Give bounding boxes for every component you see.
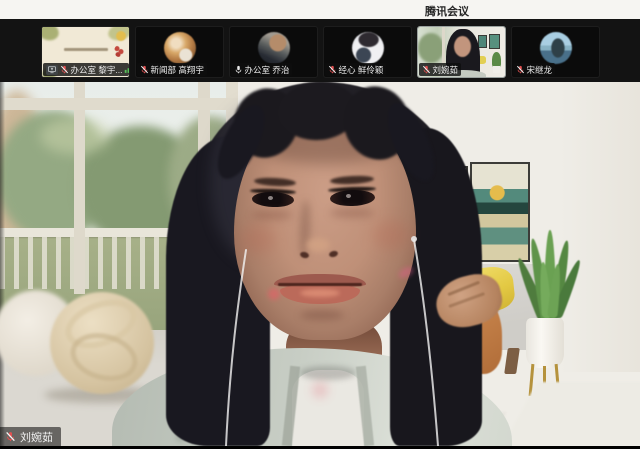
mini-trees	[418, 33, 444, 63]
muted-mic-icon	[5, 431, 16, 442]
muted-mic-icon	[516, 65, 525, 74]
muted-mic-icon	[422, 65, 431, 74]
participant-name: 宋继龙	[527, 64, 553, 76]
meeting-window: 腾讯会议 办公室 黎宇...	[0, 0, 640, 449]
undereye-shadow	[252, 210, 292, 220]
mouth-line	[278, 283, 362, 286]
avatar	[258, 32, 290, 64]
main-speaker-name: 刘婉茹	[20, 429, 53, 445]
slide-leaf-top-left	[41, 26, 61, 43]
window-title: 腾讯会议	[425, 3, 469, 19]
participant-name-bar: 宋继龙	[513, 63, 556, 76]
participant-tile-qiaozhi[interactable]: 办公室 乔治	[229, 26, 318, 78]
muted-mic-icon	[140, 65, 149, 74]
slide-fruit	[116, 31, 126, 41]
mini-plant-pot	[493, 66, 500, 73]
avatar	[540, 32, 572, 64]
participant-name-bar: 办公室 黎宇...	[43, 63, 129, 76]
participant-name-bar: 经心 鲜伶颖	[325, 63, 387, 76]
eye-glint	[268, 196, 273, 200]
network-signal-icon	[124, 65, 128, 74]
avatar	[164, 32, 196, 64]
mini-face	[454, 36, 471, 57]
mini-window-frame	[442, 27, 445, 63]
cheek-blush	[372, 220, 410, 250]
participant-tile-xianlingying[interactable]: 经心 鲜伶颖	[323, 26, 412, 78]
speaker-bangs	[226, 82, 426, 178]
participant-name: 刘婉茹	[433, 64, 459, 76]
undereye-shadow	[330, 208, 374, 218]
participant-tile-gaoxiangyu[interactable]: 新闻部 高翔宇	[135, 26, 224, 78]
participant-name-bar: 办公室 乔治	[231, 63, 293, 76]
main-speaker-name-bar: 刘婉茹	[0, 427, 61, 446]
live-mic-icon	[234, 65, 243, 74]
main-video-canvas[interactable]: 刘婉茹	[0, 82, 640, 446]
participant-filmstrip: 办公室 黎宇... 新闻部 高翔宇 办公室 乔治 经心 鲜	[0, 19, 640, 82]
participant-tile-liuwanru[interactable]: 刘婉茹	[417, 26, 506, 78]
chin-shadow	[300, 310, 344, 320]
nose-tip-highlight	[306, 238, 330, 252]
eye-glint	[346, 194, 351, 198]
screen-share-icon	[46, 65, 58, 75]
participant-tile-songjilong[interactable]: 宋继龙	[511, 26, 600, 78]
participant-name: 经心 鲜伶颖	[339, 64, 384, 76]
participant-tile-screen-share[interactable]: 办公室 黎宇...	[41, 26, 130, 78]
muted-mic-icon	[60, 65, 69, 74]
muted-mic-icon	[328, 65, 337, 74]
mini-painting	[489, 34, 500, 49]
slide-title-text-line	[64, 48, 108, 51]
participant-name: 办公室 黎宇...	[71, 64, 123, 76]
participant-name: 新闻部 高翔宇	[151, 64, 204, 76]
pink-light-glow	[268, 288, 280, 300]
title-bar: 腾讯会议	[0, 0, 640, 19]
mini-plant	[492, 52, 501, 67]
avatar	[352, 32, 384, 64]
participant-name-bar: 新闻部 高翔宇	[137, 63, 207, 76]
participant-name-bar: 刘婉茹	[419, 63, 462, 76]
participant-name: 办公室 乔治	[245, 64, 290, 76]
cheek-blush	[240, 224, 276, 254]
slide-berries	[114, 45, 124, 57]
